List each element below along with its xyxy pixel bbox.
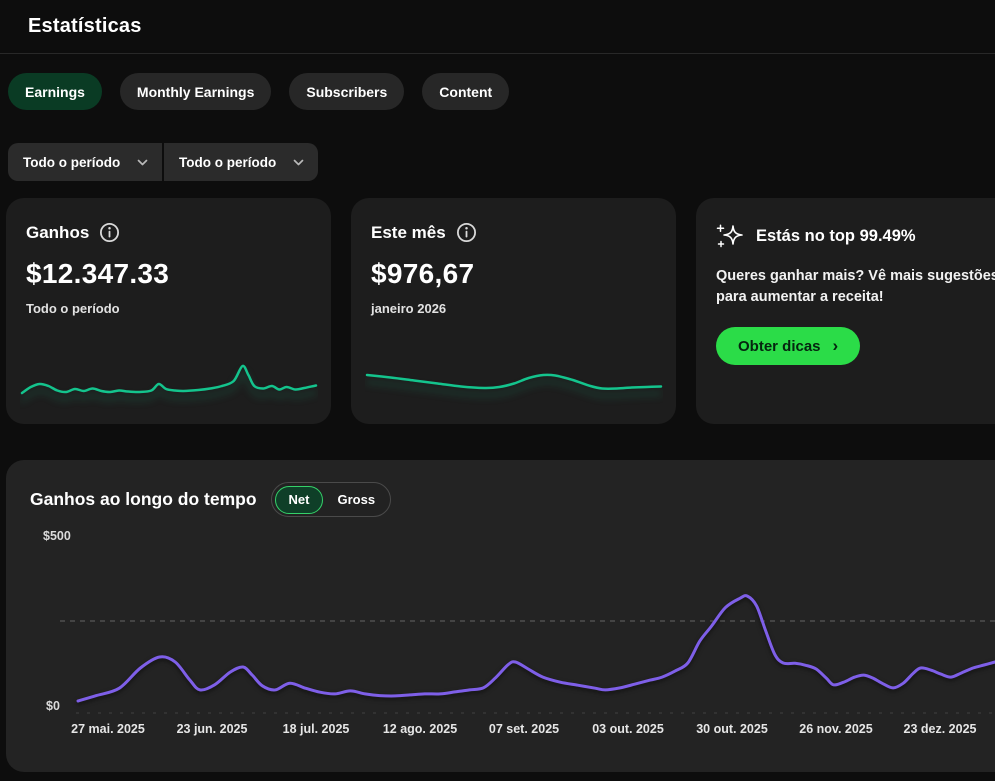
x-axis-label: 30 out. 2025 <box>696 722 768 736</box>
earnings-period: Todo o período <box>26 301 120 316</box>
stats-tabs: Earnings Monthly Earnings Subscribers Co… <box>8 73 995 110</box>
this-month-period: janeiro 2026 <box>371 301 447 316</box>
x-axis-label: 27 mai. 2025 <box>71 722 145 736</box>
x-axis-label: 07 set. 2025 <box>488 722 560 736</box>
x-axis-label: 18 jul. 2025 <box>282 722 350 736</box>
x-axis-label: 23 jun. 2025 <box>176 722 248 736</box>
earnings-chart-title: Ganhos ao longo do tempo <box>30 489 257 509</box>
this-month-card-title: Este mês <box>371 222 446 242</box>
this-month-sparkline-chart <box>365 373 663 390</box>
get-tips-button[interactable]: Obter dicas › <box>716 327 861 366</box>
header-divider <box>0 53 995 54</box>
tab-monthly-earnings[interactable]: Monthly Earnings <box>119 73 272 110</box>
toggle-net[interactable]: Net <box>274 485 324 514</box>
toggle-gross[interactable]: Gross <box>326 492 386 507</box>
chevron-right-icon: › <box>832 336 839 356</box>
earnings-over-time-panel: Ganhos ao longo do tempo Net Gross $500 … <box>6 460 995 772</box>
x-axis-label: 03 out. 2025 <box>592 722 664 736</box>
period-filters: Todo o período Todo o período <box>8 143 318 181</box>
stat-cards-row: Ganhos $12.347.33 Todo o período Este mê… <box>6 198 995 424</box>
page-header: Estatísticas <box>0 0 995 38</box>
get-tips-button-label: Obter dicas <box>738 337 821 355</box>
this-month-card: Este mês $976,67 janeiro 2026 <box>351 198 676 424</box>
tab-earnings[interactable]: Earnings <box>8 73 102 110</box>
x-axis-label: 12 ago. 2025 <box>382 722 458 736</box>
promo-card: Estás no top 99.49% Queres ganhar mais? … <box>696 198 995 424</box>
page-title: Estatísticas <box>28 15 142 37</box>
period-filter-2-label: Todo o período <box>179 154 277 170</box>
earnings-card: Ganhos $12.347.33 Todo o período <box>6 198 331 424</box>
info-icon[interactable] <box>99 222 120 243</box>
period-filter-1[interactable]: Todo o período <box>8 143 162 181</box>
promo-title: Estás no top 99.49% <box>756 226 916 245</box>
info-icon[interactable] <box>456 222 477 243</box>
x-axis-labels: 27 mai. 2025 23 jun. 2025 18 jul. 2025 12 a… <box>6 722 995 740</box>
x-axis-label: 26 nov. 2025 <box>799 722 873 736</box>
earnings-amount: $12.347.33 <box>26 258 170 289</box>
tab-subscribers[interactable]: Subscribers <box>289 73 405 110</box>
period-filter-2[interactable]: Todo o período <box>164 143 318 181</box>
earnings-sparkline-chart <box>20 364 318 395</box>
chevron-down-icon <box>137 159 148 165</box>
earnings-card-title: Ganhos <box>26 222 90 242</box>
earnings-line-chart <box>60 594 995 714</box>
net-gross-toggle: Net Gross <box>270 482 392 517</box>
chevron-down-icon <box>293 159 304 165</box>
promo-body: Queres ganhar mais? Vê mais sugestões pa… <box>716 268 995 305</box>
period-filter-1-label: Todo o período <box>23 154 121 170</box>
this-month-amount: $976,67 <box>371 258 475 289</box>
tab-content[interactable]: Content <box>422 73 510 110</box>
sparkle-icon <box>716 224 743 248</box>
x-axis-label: 23 dez. 2025 <box>903 722 977 736</box>
